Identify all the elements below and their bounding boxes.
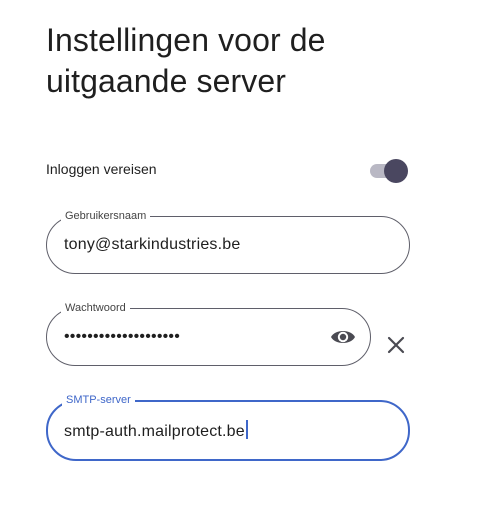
require-login-toggle[interactable] bbox=[370, 158, 408, 183]
username-value: tony@starkindustries.be bbox=[64, 236, 241, 253]
username-field[interactable]: Gebruikersnaam tony@starkindustries.be bbox=[46, 209, 410, 274]
require-login-row: Inloggen vereisen bbox=[46, 156, 410, 184]
smtp-server-value: smtp-auth.mailprotect.be bbox=[64, 423, 245, 440]
close-icon[interactable] bbox=[384, 333, 408, 357]
page-title-line-1: Instellingen voor de bbox=[46, 22, 326, 58]
password-value: •••••••••••••••••••• bbox=[64, 328, 181, 345]
eye-icon[interactable] bbox=[330, 326, 356, 348]
username-label: Gebruikersnaam bbox=[61, 209, 151, 223]
password-label: Wachtwoord bbox=[61, 301, 130, 315]
smtp-server-label: SMTP-server bbox=[62, 393, 135, 407]
require-login-label: Inloggen vereisen bbox=[46, 161, 157, 177]
page-title: Instellingen voor de uitgaande server bbox=[46, 20, 446, 102]
text-caret bbox=[245, 420, 248, 439]
toggle-thumb bbox=[384, 159, 408, 183]
smtp-server-value-wrap: smtp-auth.mailprotect.be bbox=[64, 420, 248, 441]
password-field[interactable]: Wachtwoord •••••••••••••••••••• bbox=[46, 301, 371, 366]
page-title-line-2: uitgaande server bbox=[46, 63, 286, 99]
smtp-server-field[interactable]: SMTP-server smtp-auth.mailprotect.be bbox=[46, 393, 410, 461]
